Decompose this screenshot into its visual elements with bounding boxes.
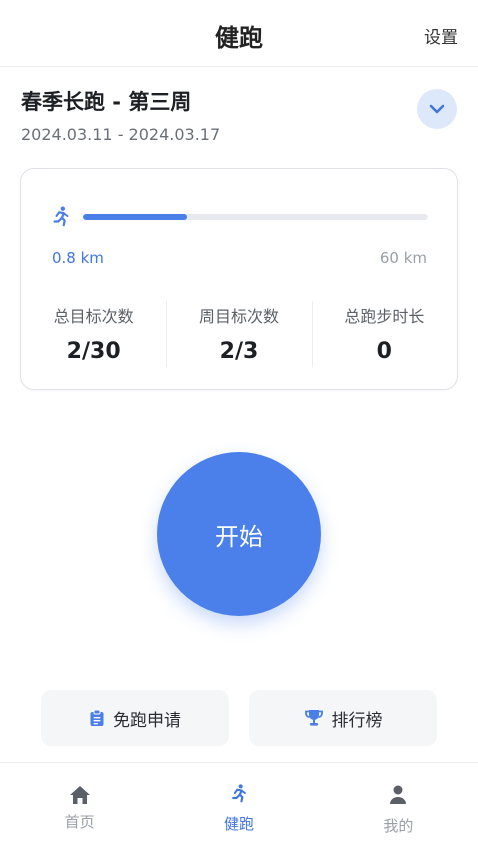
exempt-request-button[interactable]: 免跑申请 [41,690,229,746]
person-icon [389,783,407,807]
trophy-icon [304,709,324,727]
clipboard-icon [89,709,105,727]
header: 健跑 设置 [0,0,478,67]
distance-progress-fill [83,214,187,220]
bottom-nav: 首页 健跑 我的 [0,762,478,850]
chevron-down-icon [429,104,445,114]
settings-button[interactable]: 设置 [424,23,458,48]
runner-icon [53,206,69,227]
nav-label: 我的 [383,817,414,835]
runner-icon [229,781,249,805]
stat-value: 2/3 [219,339,259,364]
run-page: 健跑 设置 春季长跑 - 第三周 2024.03.11 - 2024.03.17… [0,0,478,850]
plan-title: 春季长跑 - 第三周 [21,90,192,114]
leaderboard-label: 排行榜 [331,710,383,731]
page-title: 健跑 [215,24,263,52]
distance-total: 60 km [379,249,427,267]
nav-label: 健跑 [223,815,254,833]
nav-item-home[interactable]: 首页 [0,763,159,850]
stat-weekly-target: 周目标次数 2/3 [166,301,311,367]
plan-toggle-button[interactable] [417,89,457,129]
exempt-request-label: 免跑申请 [113,710,181,731]
stat-label: 总目标次数 [53,307,134,326]
leaderboard-button[interactable]: 排行榜 [249,690,437,746]
home-icon [69,783,91,807]
nav-item-run[interactable]: 健跑 [159,763,318,850]
stat-value: 2/30 [66,339,121,364]
stat-total-target: 总目标次数 2/30 [21,301,166,367]
stat-label: 周目标次数 [198,307,279,326]
distance-progress-bar [83,214,428,220]
stat-total-duration: 总跑步时长 0 [311,301,457,367]
stat-label: 总跑步时长 [344,307,425,326]
nav-label: 首页 [64,813,95,831]
distance-current: 0.8 km [52,249,104,267]
nav-item-me[interactable]: 我的 [319,763,478,850]
start-button[interactable]: 开始 [157,452,321,616]
plan-dates: 2024.03.11 - 2024.03.17 [21,125,221,144]
stat-value: 0 [376,339,392,364]
stats-row: 总目标次数 2/30 周目标次数 2/3 总跑步时长 0 [21,301,457,367]
progress-card: 0.8 km 60 km 总目标次数 2/30 周目标次数 2/3 总跑步时长 … [20,168,458,390]
